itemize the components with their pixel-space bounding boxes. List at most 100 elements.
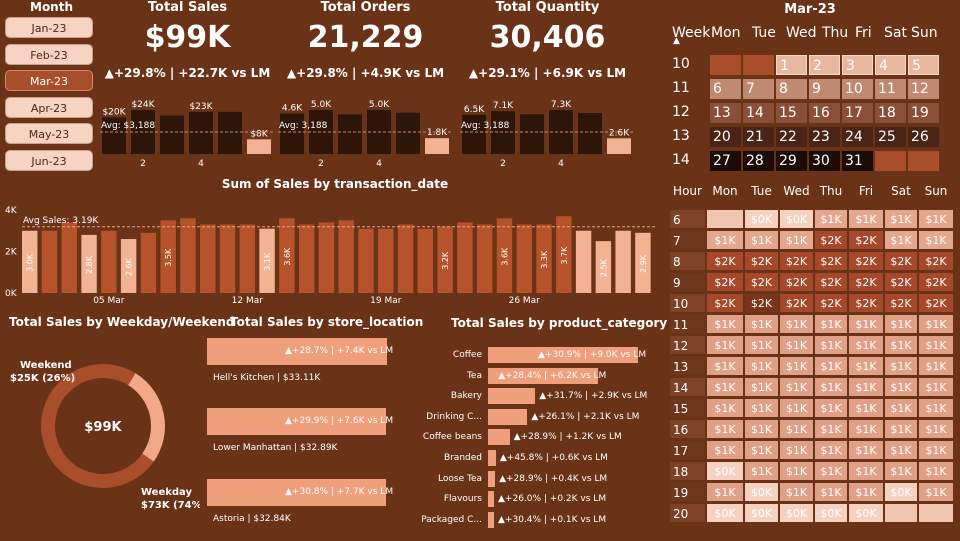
calendar-day[interactable]: 18: [875, 103, 906, 123]
heatmap-cell[interactable]: $2K: [918, 293, 954, 313]
calendar-day[interactable]: 23: [809, 127, 840, 147]
heatmap-cell[interactable]: $1K: [848, 335, 884, 355]
heatmap-cell[interactable]: $2K: [814, 272, 848, 292]
heatmap-cell[interactable]: $0K: [744, 482, 779, 502]
heatmap-cell[interactable]: $2K: [744, 293, 779, 313]
heatmap-cell[interactable]: $2K: [814, 293, 848, 313]
heatmap-cell[interactable]: $2K: [884, 251, 918, 271]
heatmap-cell[interactable]: $1K: [918, 461, 954, 481]
calendar-day[interactable]: [908, 151, 939, 171]
heatmap-cell[interactable]: $2K: [918, 251, 954, 271]
heatmap-cell[interactable]: $2K: [848, 251, 884, 271]
heatmap-cell[interactable]: $2K: [848, 230, 884, 250]
heatmap-cell[interactable]: $1K: [848, 356, 884, 376]
heatmap-cell[interactable]: $0K: [706, 461, 744, 481]
heatmap-cell[interactable]: $1K: [884, 398, 918, 418]
heatmap-cell[interactable]: $1K: [744, 398, 779, 418]
heatmap-cell[interactable]: $0K: [706, 503, 744, 523]
calendar-day[interactable]: 17: [842, 103, 873, 123]
calendar-day[interactable]: 25: [875, 127, 906, 147]
heatmap-cell[interactable]: $1K: [814, 398, 848, 418]
heatmap-cell[interactable]: $1K: [918, 419, 954, 439]
heatmap-cell[interactable]: $1K: [918, 230, 954, 250]
heatmap-cell[interactable]: $2K: [779, 272, 814, 292]
calendar-day[interactable]: 1: [776, 55, 807, 75]
calendar-day[interactable]: 10: [842, 79, 873, 99]
calendar-day[interactable]: 3: [842, 55, 873, 75]
calendar-day[interactable]: 30: [809, 151, 840, 171]
heatmap-cell[interactable]: $0K: [744, 503, 779, 523]
heatmap-cell[interactable]: $1K: [848, 482, 884, 502]
heatmap-cell[interactable]: $1K: [884, 335, 918, 355]
heatmap-cell[interactable]: $0K: [848, 503, 884, 523]
sort-arrow-icon[interactable]: ▲: [673, 36, 680, 46]
heatmap-cell[interactable]: [918, 503, 954, 523]
heatmap-cell[interactable]: $1K: [918, 398, 954, 418]
heatmap-cell[interactable]: $1K: [884, 419, 918, 439]
heatmap-cell[interactable]: $1K: [814, 335, 848, 355]
heatmap-cell[interactable]: $1K: [884, 377, 918, 397]
heatmap-cell[interactable]: $1K: [779, 419, 814, 439]
calendar-day[interactable]: 24: [842, 127, 873, 147]
heatmap-cell[interactable]: $2K: [884, 293, 918, 313]
heatmap-cell[interactable]: $1K: [706, 356, 744, 376]
heatmap-cell[interactable]: $1K: [744, 356, 779, 376]
calendar-day[interactable]: 14: [743, 103, 774, 123]
heatmap-cell[interactable]: $1K: [918, 209, 954, 229]
heatmap-cell[interactable]: [884, 503, 918, 523]
heatmap-cell[interactable]: $1K: [814, 419, 848, 439]
calendar-day[interactable]: 19: [908, 103, 939, 123]
heatmap-cell[interactable]: $0K: [884, 482, 918, 502]
heatmap-cell[interactable]: $1K: [918, 377, 954, 397]
heatmap-cell[interactable]: $1K: [884, 356, 918, 376]
heatmap-cell[interactable]: $0K: [814, 503, 848, 523]
calendar-day[interactable]: 22: [776, 127, 807, 147]
heatmap-cell[interactable]: $1K: [814, 209, 848, 229]
month-button-feb-23[interactable]: Feb-23: [5, 43, 93, 65]
heatmap-cell[interactable]: $1K: [744, 461, 779, 481]
heatmap-cell[interactable]: $1K: [848, 209, 884, 229]
heatmap-cell[interactable]: $1K: [706, 377, 744, 397]
calendar-day[interactable]: 9: [809, 79, 840, 99]
heatmap-cell[interactable]: $1K: [779, 314, 814, 334]
heatmap-cell[interactable]: $1K: [706, 230, 744, 250]
heatmap-cell[interactable]: $1K: [779, 377, 814, 397]
heatmap-cell[interactable]: $0K: [779, 209, 814, 229]
month-button-apr-23[interactable]: Apr-23: [5, 96, 93, 118]
heatmap-cell[interactable]: $1K: [779, 461, 814, 481]
calendar-day[interactable]: 21: [743, 127, 774, 147]
heatmap-cell[interactable]: $2K: [848, 272, 884, 292]
heatmap-cell[interactable]: $2K: [744, 272, 779, 292]
calendar-day[interactable]: 27: [710, 151, 741, 171]
heatmap-cell[interactable]: $1K: [848, 461, 884, 481]
calendar-day[interactable]: 6: [710, 79, 741, 99]
calendar-day[interactable]: 4: [875, 55, 906, 75]
heatmap-cell[interactable]: $1K: [918, 314, 954, 334]
calendar-day[interactable]: 13: [710, 103, 741, 123]
heatmap-cell[interactable]: $2K: [779, 251, 814, 271]
heatmap-cell[interactable]: $1K: [706, 314, 744, 334]
heatmap-cell[interactable]: $1K: [848, 314, 884, 334]
heatmap-cell[interactable]: $1K: [918, 356, 954, 376]
month-button-mar-23[interactable]: Mar-23: [5, 70, 93, 91]
heatmap-cell[interactable]: $1K: [706, 419, 744, 439]
heatmap-cell[interactable]: $1K: [744, 314, 779, 334]
heatmap-cell[interactable]: $1K: [779, 230, 814, 250]
heatmap-cell[interactable]: $1K: [848, 419, 884, 439]
heatmap-cell[interactable]: $1K: [848, 440, 884, 460]
calendar-day[interactable]: 11: [875, 79, 906, 99]
heatmap-cell[interactable]: $2K: [706, 293, 744, 313]
heatmap-cell[interactable]: $1K: [779, 356, 814, 376]
heatmap-cell[interactable]: $0K: [779, 503, 814, 523]
calendar-day[interactable]: 31: [842, 151, 873, 171]
heatmap-cell[interactable]: $1K: [848, 398, 884, 418]
month-button-jan-23[interactable]: Jan-23: [5, 17, 93, 38]
heatmap-cell[interactable]: $1K: [779, 440, 814, 460]
heatmap-cell[interactable]: $2K: [744, 251, 779, 271]
heatmap-cell[interactable]: $1K: [814, 482, 848, 502]
calendar-day[interactable]: [875, 151, 906, 171]
heatmap-cell[interactable]: $2K: [706, 272, 744, 292]
heatmap-cell[interactable]: $1K: [779, 335, 814, 355]
heatmap-cell[interactable]: $1K: [744, 377, 779, 397]
month-button-may-23[interactable]: May-23: [5, 123, 93, 144]
